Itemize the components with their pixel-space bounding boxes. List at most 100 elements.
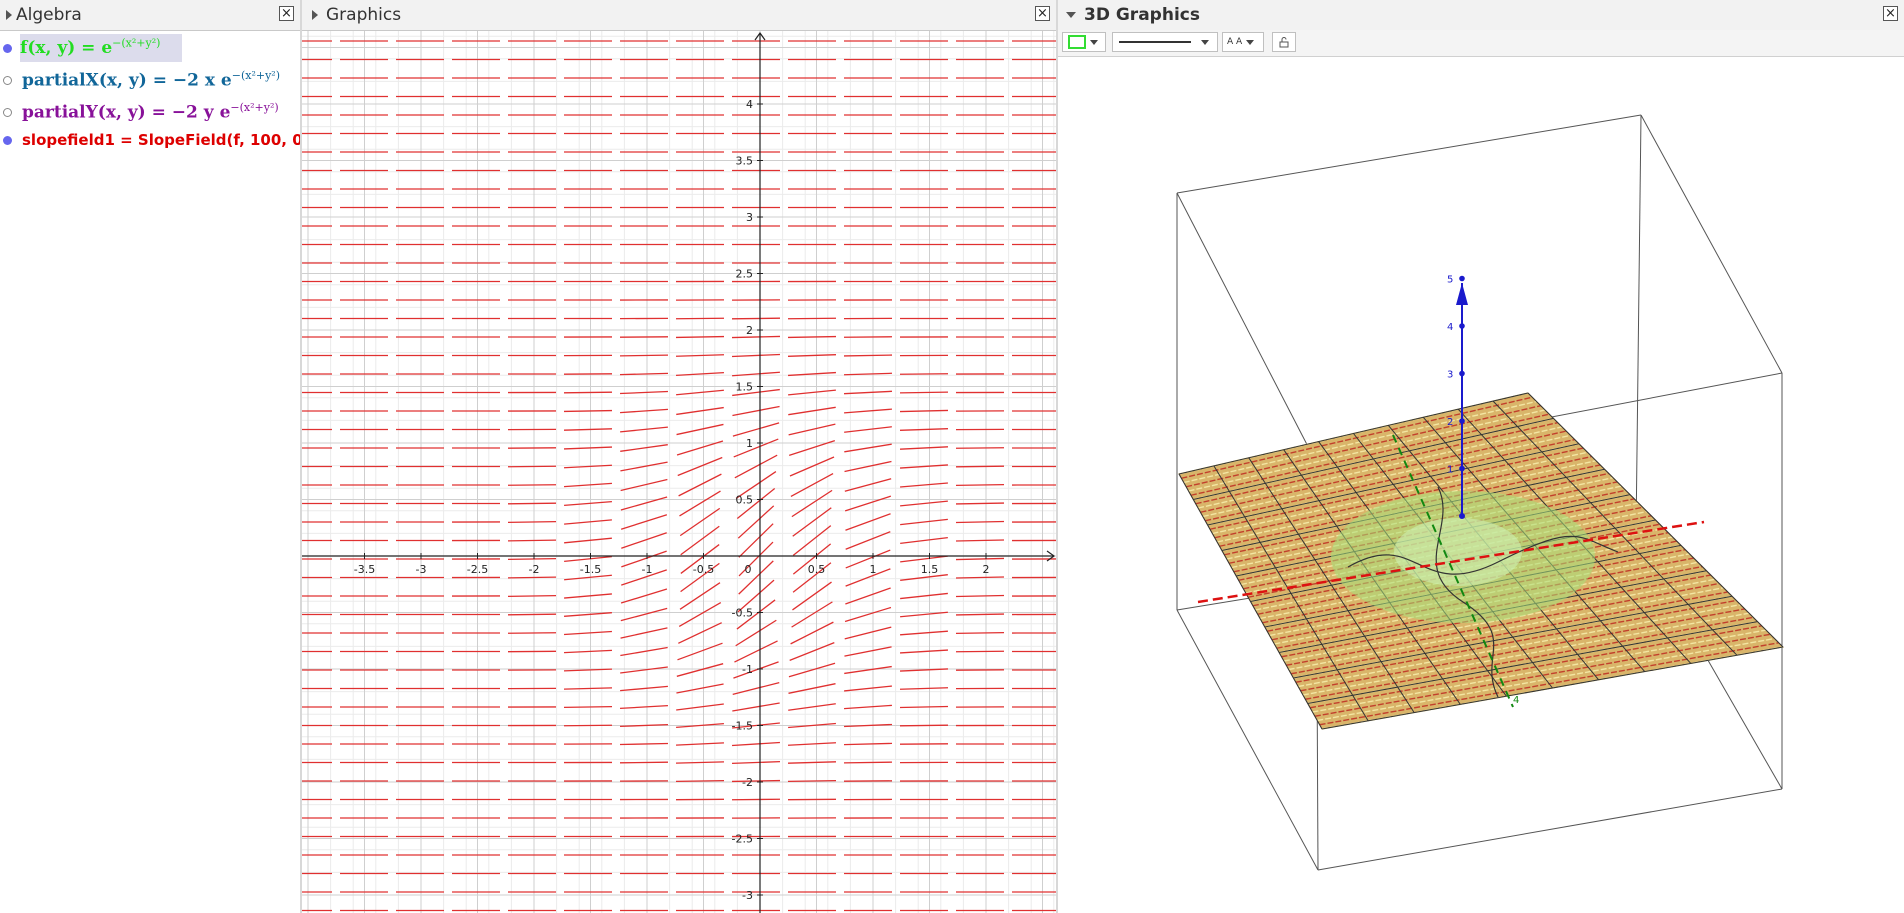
color-button[interactable] xyxy=(1062,32,1106,52)
slope-segment xyxy=(955,502,1005,505)
graphics-3d-title: 3D Graphics xyxy=(1084,5,1200,25)
x-tick-label: 1.5 xyxy=(921,563,939,576)
slope-segment xyxy=(620,514,668,530)
slope-segment xyxy=(564,612,612,617)
box-edge xyxy=(1640,114,1783,374)
slope-segment xyxy=(621,532,667,549)
algebra-item-f[interactable]: f(x, y) = e−(x²+y²) xyxy=(0,32,300,64)
lock-button[interactable] xyxy=(1272,32,1296,52)
x-tick-label: -3 xyxy=(416,563,427,576)
slope-segment xyxy=(844,426,892,433)
slope-segment xyxy=(620,496,668,511)
x-tick-label: 0 xyxy=(745,563,752,576)
slope-segment xyxy=(845,513,891,531)
y-tick-label: 2 xyxy=(746,324,753,337)
slope-segment xyxy=(564,630,612,636)
slope-segment xyxy=(620,666,668,674)
z-tick-label: 1 xyxy=(1447,465,1453,476)
y-tick-label: -1 xyxy=(742,663,753,676)
slope-segment xyxy=(675,761,725,764)
box-edge xyxy=(1176,192,1317,463)
slope-segment xyxy=(731,779,781,783)
visibility-toggle[interactable] xyxy=(3,43,12,53)
slope-segment xyxy=(564,482,612,488)
y-tick-label: -2 xyxy=(742,776,753,789)
slope-segment xyxy=(791,489,833,518)
triangle-down-icon[interactable] xyxy=(1066,12,1076,18)
slope-segment xyxy=(787,335,837,339)
slope-segment xyxy=(619,372,669,376)
font-size-label: A A xyxy=(1227,37,1243,47)
slope-segment xyxy=(677,456,723,477)
visibility-toggle[interactable] xyxy=(3,75,12,85)
slope-segment xyxy=(899,391,949,394)
triangle-right-icon[interactable] xyxy=(6,10,12,20)
algebra-header[interactable]: Algebra × xyxy=(0,0,300,31)
slope-segment xyxy=(955,650,1005,653)
graphics-title: Graphics xyxy=(326,5,402,25)
line-style-button[interactable] xyxy=(1112,32,1218,52)
x-tick-label: 1 xyxy=(870,563,877,576)
slope-segment xyxy=(676,406,724,416)
visibility-toggle[interactable] xyxy=(3,107,12,117)
slope-segment xyxy=(619,723,669,728)
slope-segment xyxy=(620,627,668,639)
slope-segment xyxy=(843,761,893,764)
close-icon[interactable]: × xyxy=(1883,6,1898,21)
slope-segment xyxy=(843,742,893,746)
slope-segment xyxy=(676,423,724,436)
box-edge xyxy=(1317,788,1783,871)
close-icon[interactable]: × xyxy=(279,6,294,21)
slope-segment xyxy=(507,576,557,579)
graphics-3d-header[interactable]: 3D Graphics × xyxy=(1058,0,1904,31)
z-tick xyxy=(1459,323,1465,329)
graphics-3d-canvas[interactable]: 4 5 4 3 2 1 xyxy=(1058,57,1904,913)
close-icon[interactable]: × xyxy=(1035,6,1050,21)
slope-segment xyxy=(787,354,837,357)
slope-segment xyxy=(564,519,612,525)
slope-segment xyxy=(563,649,613,654)
graphics-header[interactable]: Graphics × xyxy=(302,0,1056,31)
slope-segment xyxy=(507,557,557,561)
slope-segment xyxy=(734,640,778,663)
slope-segment xyxy=(620,704,668,710)
z-tick xyxy=(1459,418,1465,424)
x-tick-label: -3.5 xyxy=(354,563,375,576)
slope-segment xyxy=(732,681,780,696)
slope-segment xyxy=(843,390,893,395)
slope-segment xyxy=(619,354,669,357)
slope-segment xyxy=(619,390,669,395)
slope-segment xyxy=(620,444,668,452)
slope-segment xyxy=(731,353,781,358)
x-tick-label: -2.5 xyxy=(467,563,488,576)
slope-segment xyxy=(507,520,557,524)
slope-segment xyxy=(733,661,779,679)
slope-segment xyxy=(677,642,723,661)
slope-segment xyxy=(843,354,893,357)
y-tick-label: 0.5 xyxy=(736,494,754,507)
algebra-item-slopefield[interactable]: slopefield1 = SlopeField(f, 100, 0.85, xyxy=(0,124,300,156)
lock-icon xyxy=(1279,37,1289,48)
slope-segment xyxy=(732,422,780,437)
y-tick-label: 2.5 xyxy=(736,268,754,281)
font-size-button[interactable]: A A xyxy=(1222,32,1264,52)
slope-segment xyxy=(790,621,834,645)
algebra-item-partialx[interactable]: partialX(x, y) = −2 x e−(x²+y²) xyxy=(0,64,300,96)
slope-segment xyxy=(955,465,1005,468)
slope-segment xyxy=(843,372,893,376)
slope-segment xyxy=(844,626,892,640)
chevron-down-icon xyxy=(1090,39,1098,45)
slope-segment xyxy=(844,646,892,657)
slope-segment xyxy=(563,705,613,709)
visibility-toggle[interactable] xyxy=(3,135,12,145)
slope-segment xyxy=(787,761,837,764)
triangle-right-icon[interactable] xyxy=(312,10,318,20)
graphics-canvas[interactable]: -3.5 -3 -2.5 -2 -1.5 -1 -0.5 0 0.5 1 1.5 2 4 3.5 3 2.5 2… xyxy=(302,31,1056,913)
box-edge xyxy=(1176,114,1642,194)
x-tick-label: 0.5 xyxy=(808,563,826,576)
slope-segment xyxy=(675,780,725,782)
algebra-item-label: partialX(x, y) = −2 x e−(x²+y²) xyxy=(22,69,280,91)
slope-segment xyxy=(899,724,949,727)
x-tick-label: -1 xyxy=(642,563,653,576)
slope-segment xyxy=(676,703,724,711)
